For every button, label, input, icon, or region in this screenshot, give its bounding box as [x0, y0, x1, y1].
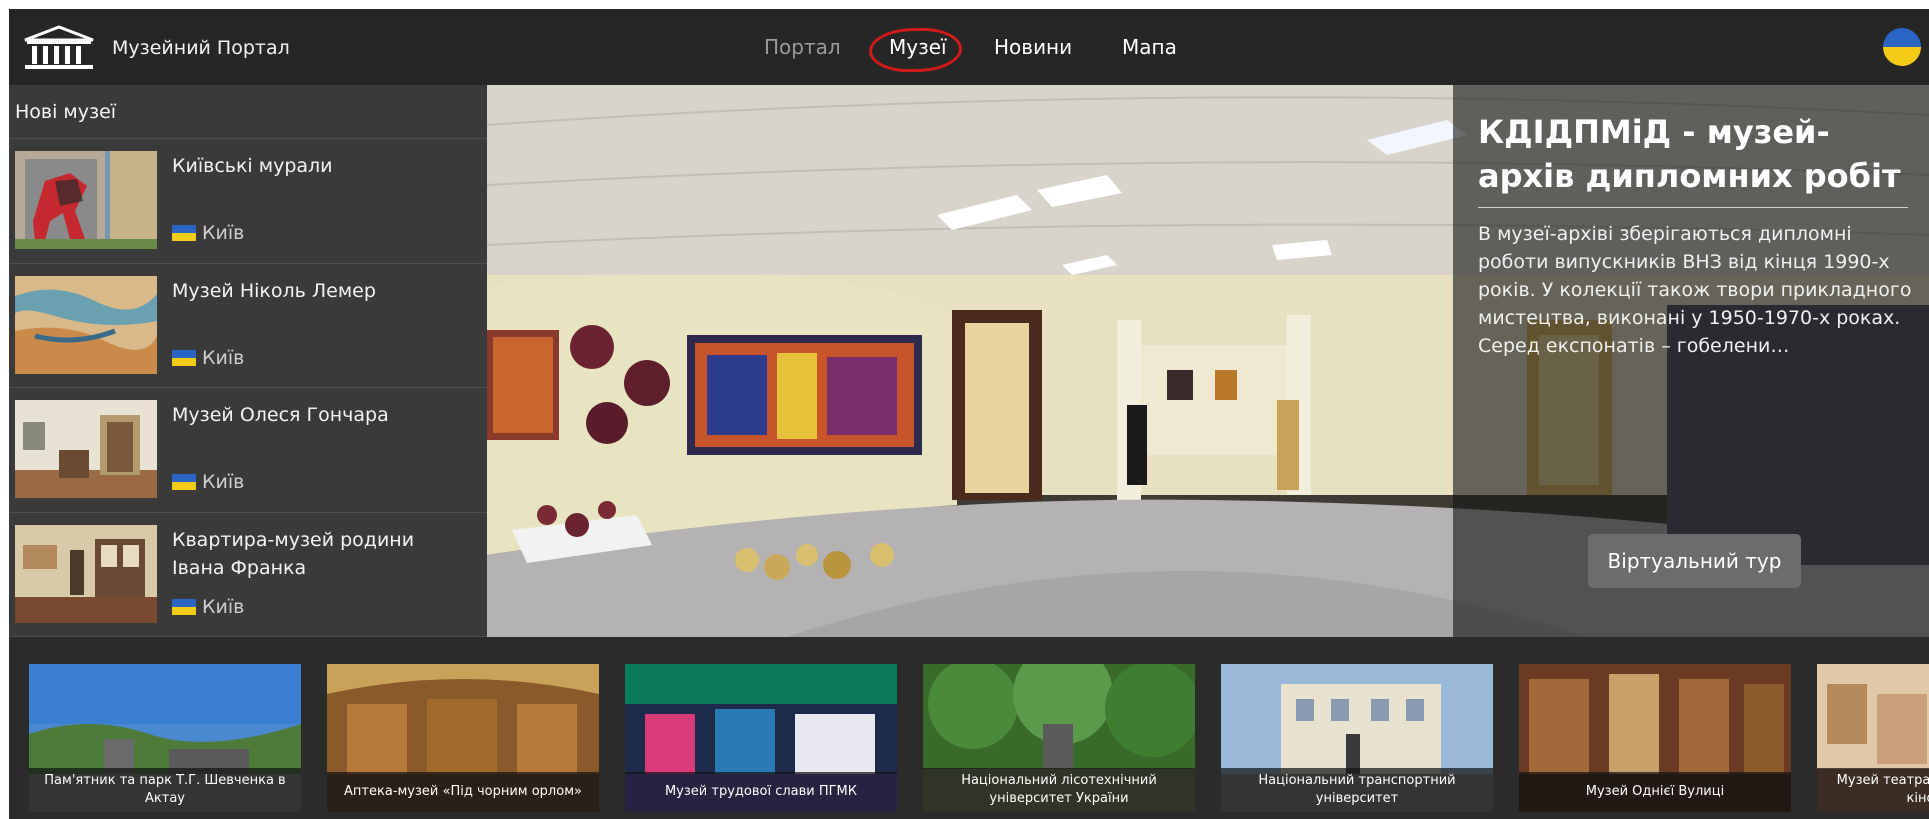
carousel-card[interactable]: Музей Однієї Вулиці [1519, 664, 1791, 812]
sidebar-title: Нові музеї [9, 85, 487, 139]
museum-city: Київ [172, 471, 244, 493]
interior-thumbnail[interactable] [15, 400, 157, 498]
nav-item-news[interactable]: Новини [994, 35, 1072, 59]
page-frame: Музейний Портал Портал Музеї Новини Мапа… [9, 9, 1929, 819]
city-label: Київ [202, 346, 245, 369]
nav-item-portal[interactable]: Портал [764, 35, 841, 59]
museum-name[interactable]: Музей Ніколь Лемер [172, 277, 472, 305]
featured-description: В музеї-архіві зберігаються дипломні роб… [1478, 223, 1912, 357]
museum-city: Київ [172, 222, 244, 244]
list-item[interactable]: Київські мурали Київ [9, 139, 487, 264]
museum-building-icon[interactable] [23, 25, 95, 71]
city-label: Київ [202, 595, 245, 618]
featured-museum-hero[interactable]: КДІДПМіД - музей-архів дипломних робіт В… [487, 85, 1929, 637]
nav-highlight-circle [868, 26, 963, 74]
city-label: Київ [202, 471, 245, 493]
carousel-card[interactable]: Національний лісотехнічний університет У… [923, 664, 1195, 812]
header: Музейний Портал Портал Музеї Новини Мапа [9, 9, 1929, 85]
ukraine-flag-icon[interactable] [1883, 28, 1921, 66]
card-caption[interactable]: Аптека-музей «Під чорним орлом» [327, 772, 599, 812]
museum-name[interactable]: Київські мурали [172, 152, 472, 180]
museum-name[interactable]: Квартира-музей родини Івана Франка [172, 526, 472, 582]
painting-thumbnail[interactable] [15, 275, 157, 374]
featured-info-panel: КДІДПМіД - музей-архів дипломних робіт В… [1453, 85, 1929, 637]
card-caption[interactable]: Музей театрального, музичного та кіномис… [1817, 768, 1929, 812]
virtual-tour-button[interactable]: Віртуальний тур [1588, 534, 1801, 588]
card-caption[interactable]: Національний лісотехнічний університет У… [923, 768, 1195, 812]
carousel-card[interactable]: Музей театрального, музичного та кіномис… [1817, 664, 1929, 812]
mural-thumbnail[interactable] [15, 151, 157, 249]
ukraine-flag-icon [172, 225, 196, 241]
museum-carousel: Пам'ятник та парк Т.Г. Шевченка в Актау … [9, 637, 1929, 819]
museum-city: Київ [172, 596, 244, 618]
new-museums-sidebar: Нові музеї Київські мурали Київ Музей Ні… [9, 85, 487, 637]
brand-title[interactable]: Музейний Портал [112, 37, 290, 59]
carousel-card[interactable]: Музей трудової слави ПГМК [625, 664, 897, 812]
list-item[interactable]: Музей Олеся Гончара Київ [9, 388, 487, 513]
ukraine-flag-icon [172, 474, 196, 490]
apartment-thumbnail[interactable] [15, 524, 157, 623]
carousel-card[interactable]: Національний транспортний університет [1221, 664, 1493, 812]
ukraine-flag-icon [172, 349, 196, 366]
card-caption[interactable]: Національний транспортний університет [1221, 768, 1493, 812]
list-item[interactable]: Музей Ніколь Лемер Київ [9, 264, 487, 388]
divider [1478, 207, 1908, 208]
museum-city: Київ [172, 347, 244, 369]
carousel-card[interactable]: Пам'ятник та парк Т.Г. Шевченка в Актау [29, 664, 301, 812]
ukraine-flag-icon [172, 598, 196, 615]
featured-title[interactable]: КДІДПМіД - музей-архів дипломних робіт [1478, 110, 1918, 198]
card-caption[interactable]: Музей Однієї Вулиці [1519, 772, 1791, 812]
carousel-card[interactable]: Аптека-музей «Під чорним орлом» [327, 664, 599, 812]
card-caption[interactable]: Пам'ятник та парк Т.Г. Шевченка в Актау [29, 768, 301, 812]
card-caption[interactable]: Музей трудової слави ПГМК [625, 772, 897, 812]
museum-name[interactable]: Музей Олеся Гончара [172, 401, 472, 429]
list-item[interactable]: Квартира-музей родини Івана Франка Київ [9, 513, 487, 637]
nav-item-map[interactable]: Мапа [1122, 35, 1177, 59]
city-label: Київ [202, 222, 245, 244]
